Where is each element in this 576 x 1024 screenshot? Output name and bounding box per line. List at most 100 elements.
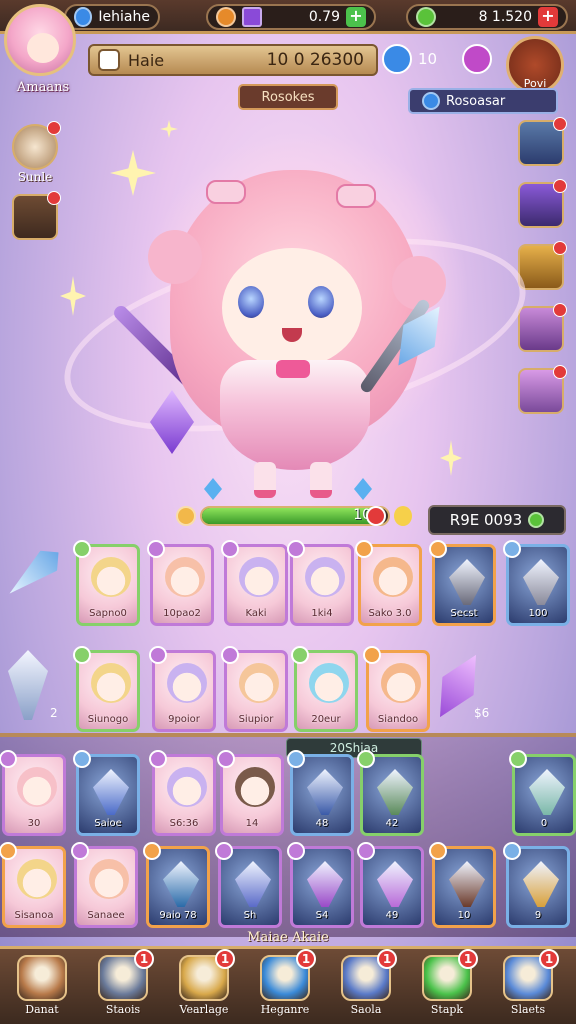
rarity-badge-icon	[357, 842, 375, 860]
card-label: Sh	[243, 910, 257, 921]
hero-card[interactable]: 20eur	[291, 646, 358, 732]
item-icon	[235, 861, 271, 907]
character-portrait	[167, 767, 207, 807]
rarity-badge-icon	[215, 842, 233, 860]
currency-crystals[interactable]: 0.79 +	[206, 4, 376, 30]
hero-card[interactable]: Kaki	[221, 540, 288, 626]
dagger-button[interactable]	[518, 303, 567, 352]
item-icon	[523, 861, 559, 907]
side-button-sunle[interactable]: Sunle	[12, 121, 61, 184]
nav-item[interactable]: 1 Staois	[87, 949, 159, 1024]
inventory-card[interactable]: 9	[503, 842, 570, 928]
hero-card[interactable]: 1ki4	[287, 540, 354, 626]
card-label: Siupior	[238, 714, 274, 725]
avatar[interactable]	[4, 4, 76, 76]
rarity-badge-icon	[221, 646, 239, 664]
inventory-card[interactable]: S4	[287, 842, 354, 928]
rarity-badge-icon	[0, 842, 17, 860]
nav-badge: 1	[377, 949, 397, 969]
nav-item[interactable]: Danat	[6, 955, 78, 1024]
player-score: 10 0 26300	[266, 50, 364, 70]
nav-label: Saola	[350, 1003, 382, 1016]
inventory-card[interactable]: 49	[357, 842, 424, 928]
hero-card[interactable]: Siandoo	[363, 646, 430, 732]
inventory-card[interactable]: Sanaee	[71, 842, 138, 928]
bottom-nav: Danat 1 Staois 1 Vearlage 1 Heganre 1 Saola 1 Stap…	[0, 946, 576, 1024]
currency-gems-value: Iehiahe	[98, 9, 150, 25]
currency-gold[interactable]: 8 1.520 +	[406, 4, 568, 30]
item-icon	[307, 861, 343, 907]
inventory-card[interactable]: 10	[429, 842, 496, 928]
card-label: 1ki4	[311, 608, 333, 619]
emerald-shard-button[interactable]	[518, 117, 567, 166]
shop-chest-button[interactable]: Povi	[506, 36, 564, 94]
hero-card[interactable]: Siupior	[221, 646, 288, 732]
nav-item[interactable]: 1 Heganre	[249, 949, 321, 1024]
hero-card[interactable]: Siunogo	[73, 646, 140, 732]
sword-icon[interactable]	[382, 44, 412, 74]
inventory-card[interactable]: 42	[357, 750, 424, 836]
character-portrait	[309, 663, 349, 703]
hero-card[interactable]: 100	[503, 540, 570, 626]
inventory-card[interactable]: Sisanoa	[0, 842, 66, 928]
inventory-card[interactable]: Sh	[215, 842, 282, 928]
inventory-card[interactable]: S6:36	[149, 750, 216, 836]
character-portrait	[305, 557, 345, 597]
inventory-card[interactable]: 30	[0, 750, 66, 836]
inventory-card[interactable]: 48	[287, 750, 354, 836]
nav-item[interactable]: 1 Saola	[330, 949, 402, 1024]
card-label: 9poior	[168, 714, 200, 725]
nav-badge: 1	[134, 949, 154, 969]
inventory-card[interactable]: 0	[509, 750, 576, 836]
add-crystals-button[interactable]: +	[346, 7, 366, 27]
hero-eye-left	[238, 286, 264, 318]
profile[interactable]: Amaans	[4, 4, 82, 104]
power-display[interactable]: R9E 0093	[428, 505, 566, 535]
amethyst-button[interactable]	[518, 179, 567, 228]
nav-item[interactable]: 1 Stapk	[411, 949, 483, 1024]
rarity-badge-icon	[287, 750, 305, 768]
nav-badge: 1	[458, 949, 478, 969]
bonus-tag[interactable]: Rosoasar	[408, 88, 558, 114]
inventory-card[interactable]: 9aio 78	[143, 842, 210, 928]
rarity-badge-icon	[291, 646, 309, 664]
card-label: 100	[528, 608, 548, 619]
hero-card[interactable]: 9poior	[149, 646, 216, 732]
card-label: Siunogo	[87, 714, 129, 725]
add-gold-button[interactable]: +	[538, 7, 558, 27]
boost-icon[interactable]	[366, 506, 386, 526]
item-icon	[529, 769, 565, 815]
card-row-3: 30 Saioe S6:36 14 48 42 0	[0, 750, 576, 840]
rarity-badge-icon	[221, 540, 239, 558]
hero-card[interactable]: Sako 3.0	[355, 540, 422, 626]
sparkle-icon	[160, 120, 178, 138]
hero-card[interactable]: Secst	[429, 540, 496, 626]
notification-dot	[47, 121, 61, 135]
sparkle-icon	[60, 276, 86, 316]
weapon-side-button[interactable]	[12, 191, 61, 240]
inventory-card[interactable]: 14	[217, 750, 284, 836]
heart-icon[interactable]	[462, 44, 492, 74]
item-icon	[163, 861, 199, 907]
power-label: R9E 0093	[449, 511, 523, 529]
amber-button[interactable]	[518, 241, 567, 290]
notification-dot	[553, 241, 567, 255]
nav-label: Danat	[25, 1003, 59, 1016]
character-portrait	[17, 767, 57, 807]
card-label: 10pao2	[163, 608, 201, 619]
item-icon	[93, 769, 129, 815]
nav-label: Stapk	[430, 1003, 464, 1016]
hero-card[interactable]: 10pao2	[147, 540, 214, 626]
nav-item[interactable]: 1 Vearlage	[168, 949, 240, 1024]
rarity-badge-icon	[143, 842, 161, 860]
food-icon	[12, 121, 61, 170]
resources-tag[interactable]: Rosokes	[238, 84, 338, 110]
nav-label: Vearlage	[179, 1003, 229, 1016]
hero-card[interactable]: Sapno0	[73, 540, 140, 626]
currency-crystals-value: 0.79	[308, 9, 340, 25]
card-label: Saioe	[94, 818, 122, 829]
orb-button[interactable]	[518, 365, 567, 414]
inventory-card[interactable]: Saioe	[73, 750, 140, 836]
player-name-bar[interactable]: Haie 10 0 26300	[88, 44, 378, 76]
nav-item[interactable]: 1 Slaets	[492, 949, 564, 1024]
